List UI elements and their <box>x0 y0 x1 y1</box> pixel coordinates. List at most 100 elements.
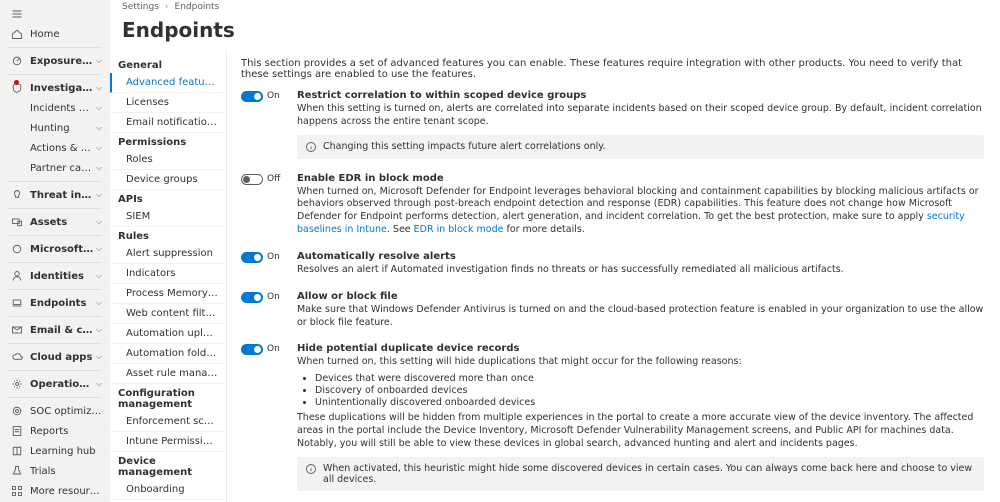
subnav-siem[interactable]: SIEM <box>110 207 226 227</box>
nav-threat[interactable]: Threat intelligence⌵ <box>0 185 110 205</box>
nav-label: Learning hub <box>30 446 102 457</box>
nav-label: Assets <box>30 217 94 228</box>
chevron-down-icon: ⌵ <box>96 56 102 66</box>
toggle-state: Off <box>267 174 280 184</box>
subnav-email-notifications[interactable]: Email notifications <box>110 113 226 133</box>
setting-desc: When turned on, Microsoft Defender for E… <box>297 186 984 237</box>
breadcrumb: Settings › Endpoints <box>110 0 1000 14</box>
nav-label: SOC optimization <box>30 406 102 417</box>
setting-title: Restrict correlation to within scoped de… <box>297 90 984 101</box>
grid-icon <box>10 485 24 497</box>
nav-label: Reports <box>30 426 102 437</box>
devices-icon <box>10 216 24 228</box>
subnav-onboarding[interactable]: Onboarding <box>110 480 226 500</box>
flask-icon <box>10 465 24 477</box>
chevron-down-icon: ⌵ <box>96 271 102 281</box>
subnav-automation-exclusions[interactable]: Automation folder exclusions <box>110 344 226 364</box>
info-callout: Changing this setting impacts future ale… <box>297 135 984 159</box>
content-pane: This section provides a set of advanced … <box>227 50 1000 502</box>
crumb-endpoints[interactable]: Endpoints <box>175 2 220 12</box>
toggle-edr-block-mode[interactable] <box>241 174 263 185</box>
nav-assets[interactable]: Assets⌵ <box>0 212 110 232</box>
toggle-state: On <box>267 91 280 101</box>
book-icon <box>10 445 24 457</box>
nav-incidents[interactable]: Incidents & alerts⌵ <box>0 98 110 118</box>
mail-icon <box>10 324 24 336</box>
home-icon <box>10 28 24 40</box>
intro-text: This section provides a set of advanced … <box>241 58 984 80</box>
toggle-restrict-correlation[interactable] <box>241 91 263 102</box>
nav-email[interactable]: Email & collaboration⌵ <box>0 320 110 340</box>
nav-endpoints[interactable]: Endpoints⌵ <box>0 293 110 313</box>
nav-investigation[interactable]: Investigation & response⌵ <box>0 78 110 98</box>
nav-label: Incidents & alerts <box>30 103 94 114</box>
setting-title: Hide potential duplicate device records <box>297 343 984 354</box>
lightbulb-icon <box>10 189 24 201</box>
callout-text: When activated, this heuristic might hid… <box>323 463 976 485</box>
toggle-hide-duplicates[interactable] <box>241 344 263 355</box>
alert-badge <box>14 80 19 85</box>
chevron-down-icon: ⌵ <box>96 190 102 200</box>
subnav-intune-permissions[interactable]: Intune Permissions <box>110 432 226 452</box>
subnav-licenses[interactable]: Licenses <box>110 93 226 113</box>
cloud-icon <box>10 351 24 363</box>
chevron-down-icon: ⌵ <box>96 163 102 173</box>
nav-label: Microsoft Sentinel <box>30 244 94 255</box>
subnav-automation-uploads[interactable]: Automation uploads <box>110 324 226 344</box>
setting-desc: Resolves an alert if Automated investiga… <box>297 264 984 277</box>
nav-label: Hunting <box>30 123 94 134</box>
crumb-settings[interactable]: Settings <box>122 2 159 12</box>
nav-more[interactable]: More resources <box>0 481 110 501</box>
nav-partner[interactable]: Partner catalog⌵ <box>0 158 110 178</box>
subnav-wcf[interactable]: Web content filtering <box>110 304 226 324</box>
chevron-down-icon: ⌵ <box>96 379 102 389</box>
laptop-icon <box>10 297 24 309</box>
page-title: Endpoints <box>110 14 1000 50</box>
link-edr-block-mode[interactable]: EDR in block mode <box>414 224 504 235</box>
reason-list: Devices that were discovered more than o… <box>315 373 984 408</box>
nav-sentinel[interactable]: Microsoft Sentinel⌵ <box>0 239 110 259</box>
subnav-enforcement-scope[interactable]: Enforcement scope <box>110 412 226 432</box>
nav-hunting[interactable]: Hunting⌵ <box>0 118 110 138</box>
nav-label: More resources <box>30 486 102 497</box>
subnav-group-rules: Rules <box>110 227 226 244</box>
nav-reports[interactable]: Reports <box>0 421 110 441</box>
toggle-state: On <box>267 344 280 354</box>
nav-identities[interactable]: Identities⌵ <box>0 266 110 286</box>
sentinel-icon <box>10 243 24 255</box>
setting-desc-post: These duplications will be hidden from m… <box>297 412 984 450</box>
setting-title: Enable EDR in block mode <box>297 173 984 184</box>
nav-learning[interactable]: Learning hub <box>0 441 110 461</box>
toggle-auto-resolve[interactable] <box>241 252 263 263</box>
nav-home[interactable]: Home <box>0 24 110 44</box>
subnav-alert-suppression[interactable]: Alert suppression <box>110 244 226 264</box>
nav-label: Email & collaboration <box>30 325 94 336</box>
nav-soc[interactable]: SOC optimization <box>0 401 110 421</box>
toggle-allow-block-file[interactable] <box>241 292 263 303</box>
subnav-roles[interactable]: Roles <box>110 150 226 170</box>
settings-subnav: General Advanced features Licenses Email… <box>110 50 227 502</box>
subnav-group-cfg: Configuration management <box>110 384 226 412</box>
subnav-asset-rule-mgmt[interactable]: Asset rule management <box>110 364 226 384</box>
info-icon <box>305 141 317 153</box>
nav-cloud[interactable]: Cloud apps⌵ <box>0 347 110 367</box>
chevron-down-icon: ⌵ <box>96 325 102 335</box>
setting-title: Allow or block file <box>297 291 984 302</box>
toggle-state: On <box>267 292 280 302</box>
nav-trials[interactable]: Trials <box>0 461 110 481</box>
nav-ot[interactable]: Operational technology⌵ <box>0 374 110 394</box>
nav-label: Cloud apps <box>30 352 94 363</box>
chevron-down-icon: ⌵ <box>96 217 102 227</box>
chevron-down-icon: ⌵ <box>96 298 102 308</box>
subnav-pmi[interactable]: Process Memory Indicators <box>110 284 226 304</box>
subnav-indicators[interactable]: Indicators <box>110 264 226 284</box>
nav-label: Threat intelligence <box>30 190 94 201</box>
chevron-down-icon: ⌵ <box>96 103 102 113</box>
nav-exposure[interactable]: Exposure management⌵ <box>0 51 110 71</box>
info-callout: When activated, this heuristic might hid… <box>297 457 984 491</box>
subnav-device-groups[interactable]: Device groups <box>110 170 226 190</box>
main: Settings › Endpoints Endpoints General A… <box>110 0 1000 502</box>
nav-menu-toggle[interactable] <box>0 4 110 24</box>
nav-actions[interactable]: Actions & submissions⌵ <box>0 138 110 158</box>
subnav-advanced-features[interactable]: Advanced features <box>110 73 226 93</box>
